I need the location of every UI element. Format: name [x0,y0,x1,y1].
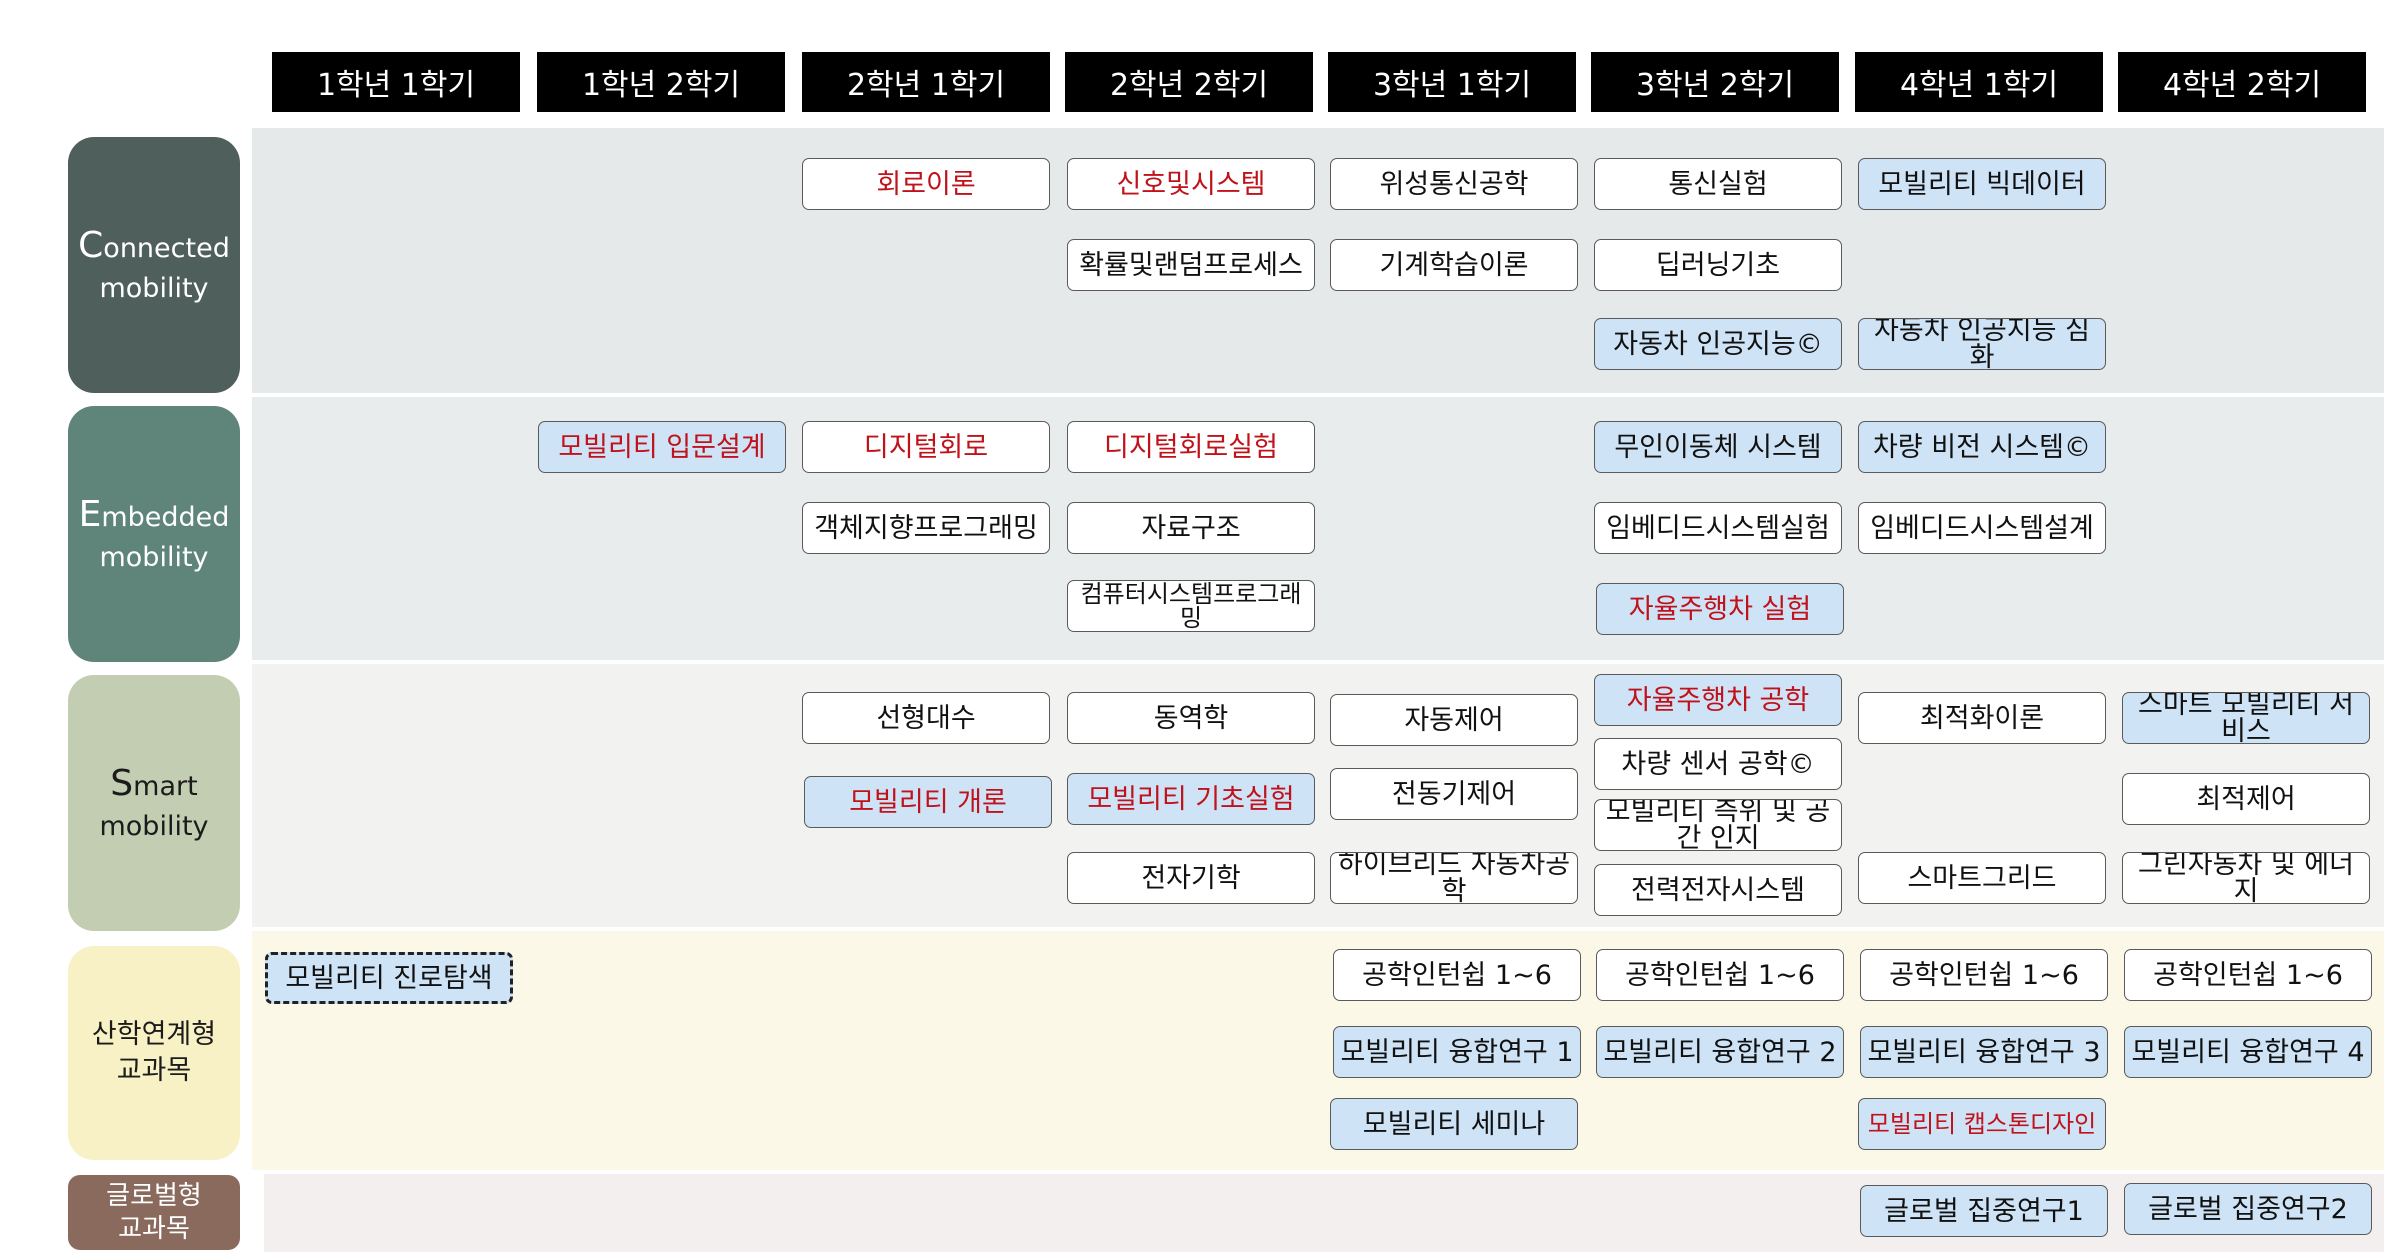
category-text: mart [133,771,198,803]
course-box: 최적제어 [2122,773,2370,825]
course-box: 모빌리티 개론 [804,776,1052,828]
course-box: 모빌리티 캡스톤디자인 [1858,1098,2106,1150]
category-text: mobility [99,273,209,305]
course-box: 공학인턴쉽 1~6 [2124,949,2372,1001]
course-box: 딥러닝기초 [1594,239,1842,291]
semester-header-2-1: 2학년 1학기 [802,52,1050,112]
course-box: 글로벌 집중연구1 [1860,1185,2108,1237]
course-box: 차량 비전 시스템© [1858,421,2106,473]
category-text: mobility [99,542,209,574]
category-text: 글로벌형 [106,1181,202,1211]
course-box: 신호및시스템 [1067,158,1315,210]
course-box: 임베디드시스템설계 [1858,502,2106,554]
course-box: 확률및랜덤프로세스 [1067,239,1315,291]
category-smart-mobility: Smart mobility [68,675,240,931]
category-text: 산학연계형 [91,1018,217,1050]
course-box: 회로이론 [802,158,1050,210]
course-box: 자율주행차 실험 [1596,583,1844,635]
course-box: 모빌리티 융합연구 2 [1596,1026,1844,1078]
category-text: 교과목 [116,1055,192,1086]
course-box: 모빌리티 입문설계 [538,421,786,473]
course-box: 자율주행차 공학 [1594,674,1842,726]
course-box: 스마트 모빌리티 서비스 [2122,692,2370,744]
course-box: 그린자동차 및 에너지 [2122,852,2370,904]
course-box: 공학인턴쉽 1~6 [1596,949,1844,1001]
course-box: 하이브리드 자동차공학 [1330,852,1578,904]
course-box: 모빌리티 융합연구 1 [1333,1026,1581,1078]
category-text: mobility [99,811,209,843]
course-box: 기계학습이론 [1330,239,1578,291]
course-box: 컴퓨터시스템프로그래밍 [1067,580,1315,632]
category-text: 교과목 [118,1213,190,1244]
course-box: 동역학 [1067,692,1315,744]
course-box: 자동차 인공지능© [1594,318,1842,370]
semester-header-3-1: 3학년 1학기 [1328,52,1576,112]
course-box: 객체지향프로그래밍 [802,502,1050,554]
category-text: onnected [103,233,230,265]
course-box: 무인이동체 시스템 [1594,421,1842,473]
semester-header-1-1: 1학년 1학기 [272,52,520,112]
semester-header-3-2: 3학년 2학기 [1591,52,1839,112]
category-global: 글로벌형 교과목 [68,1175,240,1250]
course-box: 모빌리티 기초실험 [1067,773,1315,825]
category-initial: E [78,494,102,536]
course-box: 통신실험 [1594,158,1842,210]
category-industry-linked: 산학연계형교과목 [68,946,240,1160]
course-box: 공학인턴쉽 1~6 [1860,949,2108,1001]
category-embedded-mobility: Embedded mobility [68,406,240,662]
course-box: 전자기학 [1067,852,1315,904]
course-box: 글로벌 집중연구2 [2124,1183,2372,1235]
course-box: 모빌리티 융합연구 4 [2124,1026,2372,1078]
course-box: 차량 센서 공학© [1594,738,1842,790]
category-initial: S [110,763,134,805]
course-box: 전동기제어 [1330,768,1578,820]
course-box: 위성통신공학 [1330,158,1578,210]
course-box: 모빌리티 측위 및 공간 인지 [1594,799,1842,851]
semester-header-4-2: 4학년 2학기 [2118,52,2366,112]
course-box: 자료구조 [1067,502,1315,554]
course-box: 임베디드시스템실험 [1594,502,1842,554]
course-box: 모빌리티 진로탐색 [265,952,513,1004]
semester-header-1-2: 1학년 2학기 [537,52,785,112]
course-box: 최적화이론 [1858,692,2106,744]
semester-header-2-2: 2학년 2학기 [1065,52,1313,112]
course-box: 디지털회로실험 [1067,421,1315,473]
semester-header-4-1: 4학년 1학기 [1855,52,2103,112]
course-box: 공학인턴쉽 1~6 [1333,949,1581,1001]
course-box: 자동차 인공지능 심화 [1858,318,2106,370]
category-connected-mobility: Connected mobility [68,137,240,393]
category-text: mbedded [101,502,230,534]
course-box: 자동제어 [1330,694,1578,746]
course-box: 선형대수 [802,692,1050,744]
course-box: 디지털회로 [802,421,1050,473]
course-box: 스마트그리드 [1858,852,2106,904]
category-initial: C [78,225,104,267]
course-box: 전력전자시스템 [1594,864,1842,916]
course-box: 모빌리티 융합연구 3 [1860,1026,2108,1078]
course-box: 모빌리티 빅데이터 [1858,158,2106,210]
course-box: 모빌리티 세미나 [1330,1098,1578,1150]
